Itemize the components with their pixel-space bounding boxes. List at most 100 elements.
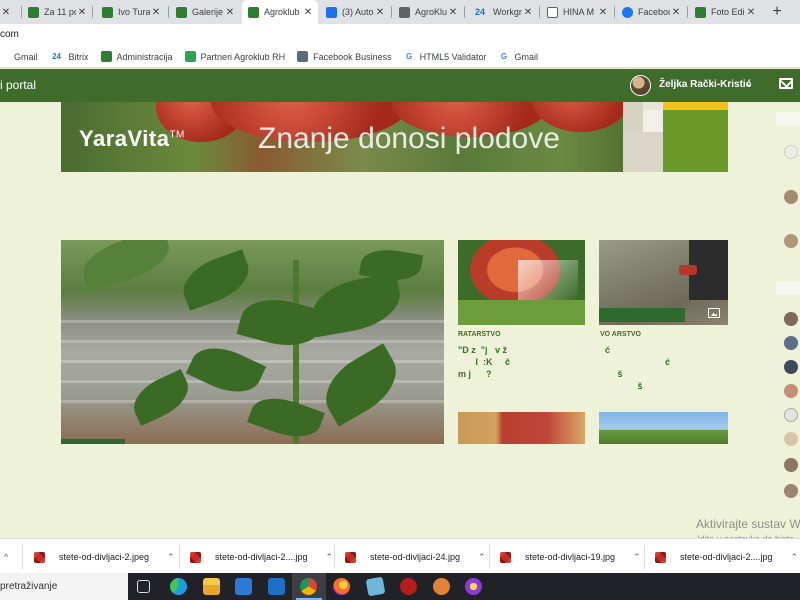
avatar[interactable] <box>784 312 798 326</box>
gmail-icon <box>0 51 9 62</box>
sidebar-bar <box>776 281 800 295</box>
tab-label: Faceboo <box>638 7 670 17</box>
avatar[interactable] <box>784 145 798 159</box>
activation-watermark: Aktivirajte sustav W <box>696 517 800 531</box>
avatar[interactable] <box>784 408 798 422</box>
chevron-up-icon[interactable]: ⌃ <box>167 552 175 563</box>
google-icon: G <box>406 52 413 61</box>
avatar[interactable] <box>784 432 798 446</box>
download-item[interactable]: stete-od-divljaci-2....jpg ⌃ <box>655 547 798 567</box>
24-icon: 24 <box>474 7 485 17</box>
tab-close-icon[interactable]: ✕ <box>374 7 386 18</box>
bookmark-label: Bitrix <box>68 51 89 62</box>
bookmark-gmail-2[interactable]: G Gmail <box>499 51 538 62</box>
new-tab-button[interactable]: + <box>766 1 788 23</box>
tab-5[interactable]: (3) Auto ✕ <box>320 0 390 24</box>
tab-10[interactable]: Foto Edi ✕ <box>689 0 761 24</box>
bookmark-administracija[interactable]: Administracija <box>100 51 173 62</box>
store-icon[interactable] <box>235 578 252 595</box>
yaravita-banner[interactable]: YaraVitaTM Znanje donosi plodove <box>61 102 728 172</box>
browser-icon[interactable] <box>465 578 482 595</box>
tab-close-icon[interactable]: ✕ <box>447 7 459 18</box>
avatar[interactable] <box>784 360 798 374</box>
avatar[interactable] <box>784 384 798 398</box>
avatar[interactable] <box>784 458 798 472</box>
edge-icon[interactable] <box>170 578 187 595</box>
tool-icon[interactable] <box>400 578 417 595</box>
green-flag-icon <box>102 6 113 18</box>
tab-0[interactable]: ✕ <box>0 0 20 24</box>
firefox-icon[interactable] <box>333 578 350 595</box>
file-explorer-icon[interactable] <box>203 578 220 595</box>
bookmark-bitrix[interactable]: 24 Bitrix <box>50 51 89 62</box>
article-category[interactable]: VO ARSTVO <box>600 331 641 338</box>
download-filename: stete-od-divljaci-2....jpg <box>680 552 773 562</box>
browser-tab-strip: ✕ Za 11 po ✕ Ivo Tural ✕ Galerije ✕ Agro… <box>0 0 800 24</box>
tab-close-icon[interactable]: ✕ <box>150 7 162 18</box>
paint-icon[interactable] <box>433 578 450 595</box>
tab-close-icon[interactable]: ✕ <box>224 7 236 18</box>
tab-close-icon[interactable]: ✕ <box>670 7 682 18</box>
chevron-up-icon[interactable]: ⌃ <box>791 552 799 563</box>
chrome-icon[interactable] <box>300 578 317 595</box>
tab-close-icon[interactable]: ✕ <box>76 7 88 18</box>
tab-6[interactable]: AgroKlub ✕ <box>393 0 463 24</box>
taskbar-search[interactable]: pretraživanje <box>0 573 128 600</box>
tab-2[interactable]: Ivo Tural ✕ <box>96 0 166 24</box>
download-item[interactable]: stete-od-divljaci-24.jpg ⌃ <box>345 547 486 567</box>
tab-close-icon[interactable]: ✕ <box>597 7 609 18</box>
avatar[interactable] <box>784 336 798 350</box>
article-category[interactable]: RATARSTVO <box>458 331 501 338</box>
avatar[interactable] <box>784 234 798 248</box>
article-image[interactable] <box>599 412 728 444</box>
facebook-icon <box>622 6 633 18</box>
download-item[interactable]: stete-od-divljaci-2....jpg ⌃ <box>190 547 333 567</box>
tab-close-icon[interactable]: ✕ <box>0 7 12 18</box>
avatar[interactable] <box>784 190 798 204</box>
image-file-icon <box>34 551 45 563</box>
article-image[interactable] <box>458 240 585 325</box>
bookmark-facebook-business[interactable]: Facebook Business <box>297 51 392 62</box>
tab-label: HINA M <box>563 7 595 17</box>
tab-3[interactable]: Galerije ✕ <box>170 0 240 24</box>
tab-8[interactable]: HINA M ✕ <box>541 0 613 24</box>
chevron-down-icon[interactable]: ⌄ <box>745 78 753 89</box>
portal-title[interactable]: i portal <box>0 78 36 92</box>
user-name[interactable]: Željka Rački-Kristić <box>659 79 751 90</box>
tab-close-icon[interactable]: ✕ <box>522 7 534 18</box>
tab-7[interactable]: 24 Workgro ✕ <box>466 0 538 24</box>
page-icon <box>399 6 410 18</box>
chevron-up-icon[interactable]: ⌃ <box>478 552 486 563</box>
article-image[interactable] <box>458 412 585 444</box>
chevron-up-icon[interactable]: ⌃ <box>326 552 334 563</box>
bookmarks-bar: Gmail 24 Bitrix Administracija Partneri … <box>0 46 800 68</box>
download-item[interactable]: stete-od-divljaci-19.jpg ⌃ <box>500 547 641 567</box>
bookmark-html5-validator[interactable]: G HTML5 Validator <box>404 51 486 62</box>
tab-1[interactable]: Za 11 po ✕ <box>22 0 92 24</box>
tab-agroklub-active[interactable]: Agroklub ✕ <box>242 0 318 24</box>
tab-label: Galerije <box>192 7 224 17</box>
bookmark-gmail[interactable]: Gmail <box>0 51 38 62</box>
tab-close-icon[interactable]: ✕ <box>302 7 314 18</box>
address-bar[interactable]: com <box>0 24 800 46</box>
banner-decoration <box>623 102 728 172</box>
bookmark-partneri[interactable]: Partneri Agroklub RH <box>184 51 285 62</box>
tab-9[interactable]: Faceboo ✕ <box>616 0 686 24</box>
download-filename: stete-od-divljaci-2....jpg <box>215 552 308 562</box>
chevron-up-icon[interactable]: ⌃ <box>633 552 641 563</box>
tab-label: Workgro <box>493 7 522 17</box>
tab-label: Za 11 po <box>44 7 76 17</box>
avatar[interactable] <box>630 75 651 96</box>
notepad-icon[interactable] <box>365 576 386 597</box>
mail-icon[interactable] <box>779 78 793 89</box>
tab-label: AgroKlub <box>415 7 447 17</box>
article-title[interactable]: "D z "j v ž l :K č m j ? <box>458 344 510 380</box>
mail-icon[interactable] <box>268 578 285 595</box>
chevron-up-icon[interactable]: ^ <box>4 552 8 562</box>
tab-close-icon[interactable]: ✕ <box>745 7 757 18</box>
article-title[interactable]: ć ć š š <box>600 344 670 392</box>
task-view-icon[interactable] <box>137 580 150 593</box>
avatar[interactable] <box>784 484 798 498</box>
featured-article-image[interactable] <box>61 240 444 444</box>
download-item[interactable]: stete-od-divljaci-2.jpeg ⌃ <box>34 547 175 567</box>
